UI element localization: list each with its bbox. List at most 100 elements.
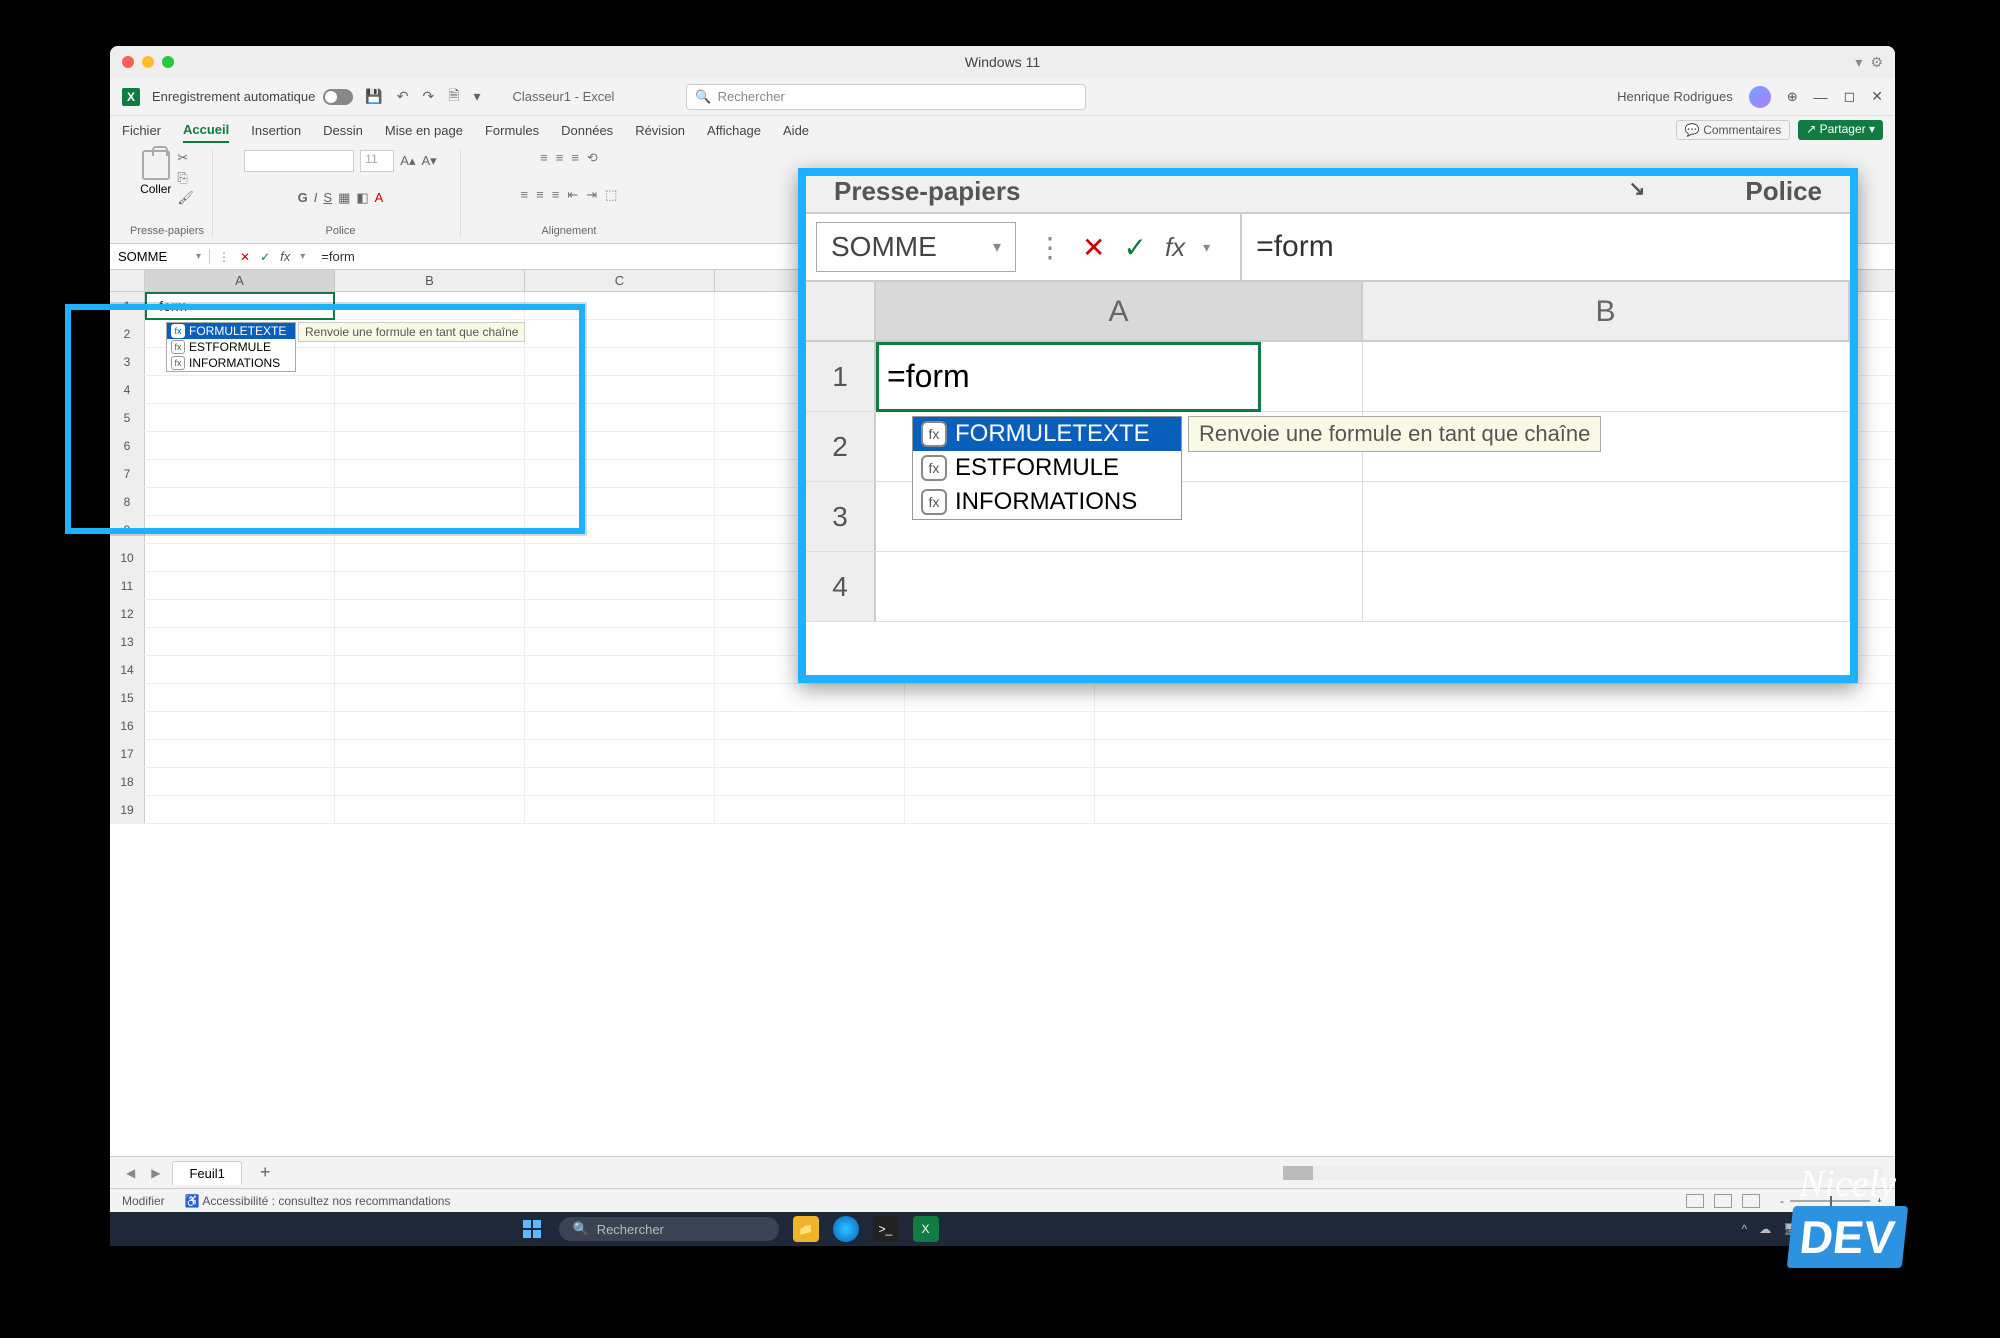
cell[interactable] bbox=[335, 544, 525, 571]
mag-row-header[interactable]: 3 bbox=[806, 482, 876, 551]
status-accessibility[interactable]: ♿ Accessibilité : consultez nos recomman… bbox=[185, 1194, 451, 1208]
autocomplete-item[interactable]: fxFORMULETEXTE bbox=[167, 323, 295, 339]
align-middle-icon[interactable]: ≡ bbox=[556, 150, 564, 166]
start-button[interactable] bbox=[519, 1216, 545, 1242]
tab-affichage[interactable]: Affichage bbox=[707, 119, 761, 142]
format-painter-icon[interactable]: 🖌 bbox=[177, 190, 194, 206]
cancel-formula-icon[interactable]: ✕ bbox=[240, 250, 250, 264]
align-center-icon[interactable]: ≡ bbox=[536, 187, 544, 203]
cell[interactable] bbox=[525, 768, 715, 795]
mag-confirm-icon[interactable]: ✓ bbox=[1123, 231, 1146, 264]
row-header[interactable]: 2 bbox=[110, 320, 145, 347]
tab-mise-en-page[interactable]: Mise en page bbox=[385, 119, 463, 142]
cell[interactable] bbox=[905, 712, 1095, 739]
cell[interactable] bbox=[525, 628, 715, 655]
cell[interactable] bbox=[525, 516, 715, 543]
cell[interactable] bbox=[335, 796, 525, 823]
cell[interactable] bbox=[335, 404, 525, 431]
row-header[interactable]: 11 bbox=[110, 572, 145, 599]
cell[interactable] bbox=[145, 432, 335, 459]
cell[interactable] bbox=[145, 376, 335, 403]
cell[interactable] bbox=[145, 460, 335, 487]
toggle-switch[interactable] bbox=[323, 89, 353, 105]
cell[interactable] bbox=[715, 740, 905, 767]
align-top-icon[interactable]: ≡ bbox=[540, 150, 548, 166]
mag-col-a[interactable]: A bbox=[876, 282, 1363, 340]
user-name[interactable]: Henrique Rodrigues bbox=[1617, 89, 1733, 104]
row-header[interactable]: 7 bbox=[110, 460, 145, 487]
redo-icon[interactable]: ↷ bbox=[422, 88, 434, 105]
mag-col-b[interactable]: B bbox=[1363, 282, 1850, 340]
cell[interactable] bbox=[335, 432, 525, 459]
cell[interactable] bbox=[525, 572, 715, 599]
row-header[interactable]: 3 bbox=[110, 348, 145, 375]
mag-cell[interactable] bbox=[876, 552, 1363, 621]
cell[interactable] bbox=[145, 488, 335, 515]
cell[interactable] bbox=[525, 404, 715, 431]
globe-icon[interactable]: ⊕ bbox=[1787, 89, 1798, 105]
font-size-dropdown[interactable]: 11 bbox=[360, 150, 394, 172]
cell[interactable] bbox=[715, 712, 905, 739]
tab-formules[interactable]: Formules bbox=[485, 119, 539, 142]
sheet-nav-left[interactable]: ◀ bbox=[122, 1166, 139, 1180]
cell[interactable] bbox=[335, 684, 525, 711]
edge-icon[interactable] bbox=[833, 1216, 859, 1242]
cell[interactable] bbox=[145, 572, 335, 599]
mag-name-box-dropdown[interactable]: ▾ bbox=[993, 237, 1001, 257]
orientation-icon[interactable]: ⟲ bbox=[587, 150, 598, 166]
window-restore-icon[interactable]: ◻ bbox=[1844, 88, 1856, 105]
qat-dropdown-icon[interactable]: ▾ bbox=[473, 88, 480, 105]
select-all-corner[interactable] bbox=[110, 270, 145, 291]
cell[interactable] bbox=[525, 292, 715, 319]
align-right-icon[interactable]: ≡ bbox=[552, 187, 560, 203]
tab-dessin[interactable]: Dessin bbox=[323, 119, 363, 142]
view-page-break-icon[interactable] bbox=[1742, 1194, 1760, 1208]
indent-increase-icon[interactable]: ⇥ bbox=[586, 187, 597, 203]
italic-button[interactable]: I bbox=[314, 190, 318, 205]
cell[interactable] bbox=[145, 684, 335, 711]
cell[interactable] bbox=[335, 460, 525, 487]
row-header[interactable]: 16 bbox=[110, 712, 145, 739]
cell[interactable] bbox=[335, 488, 525, 515]
cell[interactable] bbox=[145, 796, 335, 823]
mag-formula-input[interactable]: =form bbox=[1240, 214, 1840, 280]
fill-color-icon[interactable]: ◧ bbox=[356, 190, 368, 206]
undo-icon[interactable]: ↶ bbox=[397, 88, 409, 105]
paste-button[interactable]: Coller bbox=[140, 150, 171, 206]
terminal-icon[interactable]: >_ bbox=[873, 1216, 899, 1242]
comments-button[interactable]: 💬 Commentaires bbox=[1676, 120, 1790, 140]
file-icon[interactable]: 🗎 bbox=[448, 85, 459, 109]
cell[interactable] bbox=[335, 376, 525, 403]
cell[interactable] bbox=[335, 712, 525, 739]
cell[interactable] bbox=[145, 516, 335, 543]
cell[interactable] bbox=[335, 656, 525, 683]
tab-accueil[interactable]: Accueil bbox=[183, 118, 229, 143]
col-header-B[interactable]: B bbox=[335, 270, 525, 291]
formula-bar-dots[interactable]: ⋮ bbox=[218, 250, 230, 264]
row-header[interactable]: 13 bbox=[110, 628, 145, 655]
mag-row-header[interactable]: 4 bbox=[806, 552, 876, 621]
window-minimize-icon[interactable]: — bbox=[1814, 89, 1828, 105]
cell[interactable] bbox=[145, 740, 335, 767]
fx-icon[interactable]: fx bbox=[280, 249, 290, 264]
mag-formula-bar-dots[interactable]: ⋮ bbox=[1036, 231, 1064, 264]
cell[interactable] bbox=[145, 628, 335, 655]
cut-icon[interactable]: ✂ bbox=[177, 150, 194, 166]
explorer-icon[interactable]: 📁 bbox=[793, 1216, 819, 1242]
mag-name-box[interactable]: SOMME ▾ bbox=[816, 222, 1016, 272]
mag-corner[interactable] bbox=[806, 282, 876, 340]
cell[interactable] bbox=[335, 516, 525, 543]
row-header[interactable]: 9 bbox=[110, 516, 145, 543]
tab-insertion[interactable]: Insertion bbox=[251, 119, 301, 142]
row-header[interactable]: 15 bbox=[110, 684, 145, 711]
font-family-dropdown[interactable] bbox=[244, 150, 354, 172]
mag-fx-dropdown[interactable]: ▾ bbox=[1203, 239, 1210, 256]
cell[interactable] bbox=[525, 460, 715, 487]
cell[interactable] bbox=[145, 656, 335, 683]
mag-cancel-icon[interactable]: ✕ bbox=[1082, 231, 1105, 264]
autosave-toggle[interactable]: Enregistrement automatique bbox=[152, 89, 353, 105]
row-header[interactable]: 5 bbox=[110, 404, 145, 431]
name-box-dropdown[interactable]: ▾ bbox=[196, 251, 201, 262]
merge-icon[interactable]: ⬚ bbox=[605, 187, 617, 203]
row-header[interactable]: 12 bbox=[110, 600, 145, 627]
